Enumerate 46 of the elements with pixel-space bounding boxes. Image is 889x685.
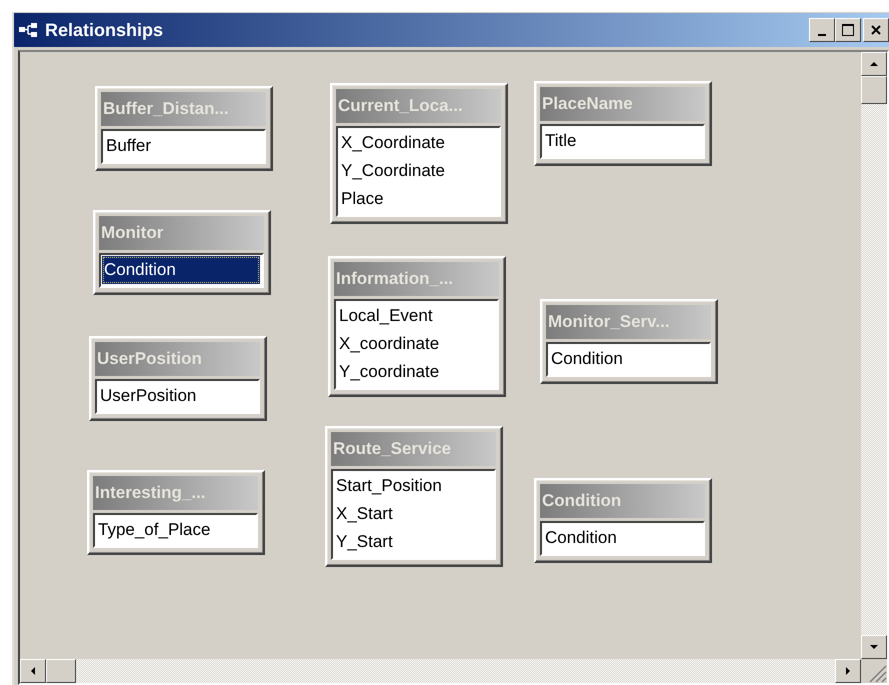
scroll-left-button[interactable] xyxy=(20,659,46,683)
field-item[interactable]: X_Start xyxy=(334,500,492,528)
relationships-icon xyxy=(18,22,40,38)
close-icon xyxy=(870,24,882,36)
field-item[interactable]: Buffer xyxy=(104,132,262,160)
field-item[interactable]: X_coordinate xyxy=(337,330,495,358)
field-item[interactable]: Y_Coordinate xyxy=(339,157,497,185)
field-item[interactable]: Local_Event xyxy=(337,302,495,330)
scroll-down-button[interactable] xyxy=(861,635,887,659)
up-arrow-icon xyxy=(870,62,878,66)
scroll-thumb[interactable] xyxy=(46,659,76,683)
field-item[interactable]: Title xyxy=(543,127,701,155)
field-item[interactable]: Y_Start xyxy=(334,528,492,556)
right-arrow-icon xyxy=(846,667,850,675)
table-card[interactable]: Buffer_Distan... Buffer xyxy=(95,86,273,171)
field-item[interactable]: Start_Position xyxy=(334,472,492,500)
table-card[interactable]: Current_Loca... X_Coordinate Y_Coordinate Place xyxy=(330,83,508,224)
table-card[interactable]: Condition Condition xyxy=(534,478,712,563)
scroll-right-button[interactable] xyxy=(835,659,861,683)
field-item[interactable]: Type_of_Place xyxy=(96,516,254,544)
field-item[interactable]: Condition xyxy=(102,256,260,284)
maximize-button[interactable] xyxy=(835,18,861,42)
left-arrow-icon xyxy=(31,667,35,675)
down-arrow-icon xyxy=(870,645,878,649)
field-item[interactable]: Place xyxy=(339,185,497,213)
table-card[interactable]: Information_... Local_Event X_coordinate Y_coordinate xyxy=(328,256,506,397)
table-card[interactable]: Monitor_Serv... Condition xyxy=(540,299,718,384)
minimize-button[interactable] xyxy=(809,18,835,42)
table-card[interactable]: Monitor Condition xyxy=(93,210,271,295)
field-item[interactable]: UserPosition xyxy=(98,382,256,410)
minimize-icon xyxy=(818,34,826,36)
maximize-icon xyxy=(841,23,855,37)
table-card[interactable]: PlaceName Title xyxy=(534,81,712,166)
scroll-thumb[interactable] xyxy=(861,76,887,104)
horizontal-scrollbar[interactable] xyxy=(20,659,861,683)
field-item[interactable]: Y_coordinate xyxy=(337,358,495,386)
scroll-up-button[interactable] xyxy=(861,52,887,76)
field-item[interactable]: X_Coordinate xyxy=(339,129,497,157)
field-item[interactable]: Condition xyxy=(549,345,707,373)
close-button[interactable] xyxy=(863,18,889,42)
table-card[interactable]: Route_Service Start_Position X_Start Y_Start xyxy=(325,426,503,567)
window-title: Relationships xyxy=(45,20,164,40)
field-item[interactable]: Condition xyxy=(543,524,701,552)
table-card[interactable]: UserPosition UserPosition xyxy=(89,336,267,421)
vertical-scrollbar[interactable] xyxy=(861,52,887,659)
table-card[interactable]: Interesting_... Type_of_Place xyxy=(87,470,265,555)
